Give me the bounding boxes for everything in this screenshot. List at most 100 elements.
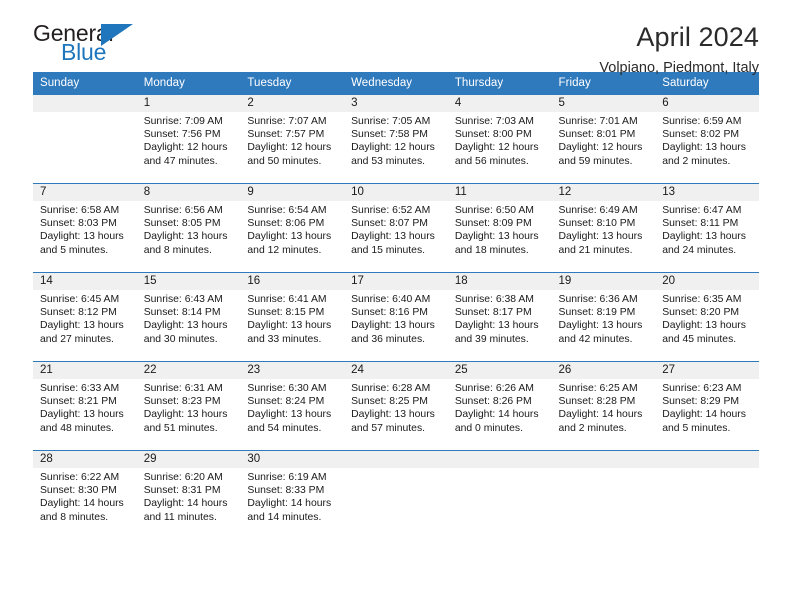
calendar-body: 1 Sunrise: 7:09 AM Sunset: 7:56 PM Daylight… xyxy=(33,94,759,535)
calendar-day-cell[interactable]: 28 Sunrise: 6:22 AM Sunset: 8:30 PM Dayligh… xyxy=(33,450,137,535)
calendar-day-cell[interactable]: 17 Sunrise: 6:40 AM Sunset: 8:16 PM Dayligh… xyxy=(344,272,448,362)
calendar-day-cell[interactable]: 16 Sunrise: 6:41 AM Sunset: 8:15 PM Dayligh… xyxy=(240,272,345,362)
weekday-header-thursday: Thursday xyxy=(447,72,552,95)
sunset-text: Sunset: 8:24 PM xyxy=(247,396,325,408)
day-details: Sunrise: 6:41 AM Sunset: 8:15 PM Daylight:… xyxy=(240,290,344,346)
daylight-text: Daylight: 13 hours and 36 minutes. xyxy=(351,320,435,345)
sunrise-text: Sunrise: 6:28 AM xyxy=(351,383,431,394)
calendar-day-cell[interactable]: 8 Sunrise: 6:56 AM Sunset: 8:05 PM Daylight… xyxy=(136,183,241,273)
sunset-text: Sunset: 8:25 PM xyxy=(351,396,428,408)
calendar-day-cell[interactable]: 4 Sunrise: 7:03 AM Sunset: 8:00 PM Daylight… xyxy=(447,94,552,184)
day-details: Sunrise: 6:20 AM Sunset: 8:31 PM Daylight:… xyxy=(137,468,241,524)
day-details: Sunrise: 6:30 AM Sunset: 8:24 PM Daylight:… xyxy=(240,379,344,435)
day-details: Sunrise: 7:09 AM Sunset: 7:56 PM Daylight:… xyxy=(137,112,241,168)
calendar-day-cell[interactable]: 18 Sunrise: 6:38 AM Sunset: 8:17 PM Dayligh… xyxy=(447,272,552,362)
calendar-day-cell[interactable]: 13 Sunrise: 6:47 AM Sunset: 8:11 PM Dayligh… xyxy=(655,183,759,273)
sunrise-text: Sunrise: 6:25 AM xyxy=(558,383,638,394)
calendar-day-cell[interactable]: 2 Sunrise: 7:07 AM Sunset: 7:57 PM Daylight… xyxy=(240,94,345,184)
calendar-day-cell[interactable]: 20 Sunrise: 6:35 AM Sunset: 8:20 PM Dayligh… xyxy=(655,272,759,362)
daylight-text: Daylight: 13 hours and 54 minutes. xyxy=(247,409,332,434)
day-number: 11 xyxy=(447,184,552,201)
calendar-day-cell[interactable]: 29 Sunrise: 6:20 AM Sunset: 8:31 PM Dayligh… xyxy=(136,450,241,535)
calendar-day-cell-empty xyxy=(344,450,448,535)
calendar-day-cell[interactable]: 19 Sunrise: 6:36 AM Sunset: 8:19 PM Dayligh… xyxy=(551,272,656,362)
sunset-text: Sunset: 7:57 PM xyxy=(247,129,325,141)
calendar-week-row: 21 Sunrise: 6:33 AM Sunset: 8:21 PM Dayligh… xyxy=(33,361,759,451)
daylight-text: Daylight: 13 hours and 12 minutes. xyxy=(247,231,332,256)
daylight-text: Daylight: 14 hours and 0 minutes. xyxy=(454,409,539,434)
calendar-day-cell[interactable]: 21 Sunrise: 6:33 AM Sunset: 8:21 PM Dayligh… xyxy=(33,361,137,451)
sunset-text: Sunset: 8:19 PM xyxy=(558,307,636,319)
daylight-text: Daylight: 14 hours and 8 minutes. xyxy=(40,498,124,523)
daylight-text: Daylight: 12 hours and 53 minutes. xyxy=(351,142,435,167)
calendar-week-row: 14 Sunrise: 6:45 AM Sunset: 8:12 PM Dayligh… xyxy=(33,272,759,362)
weekday-header-wednesday: Wednesday xyxy=(344,72,448,95)
daylight-text: Daylight: 14 hours and 2 minutes. xyxy=(558,409,643,434)
daylight-text: Daylight: 13 hours and 39 minutes. xyxy=(454,320,539,345)
sunrise-text: Sunrise: 6:43 AM xyxy=(143,294,223,305)
sunset-text: Sunset: 8:30 PM xyxy=(40,485,117,497)
general-blue-logo[interactable]: General Blue xyxy=(33,22,163,72)
calendar-day-cell[interactable]: 14 Sunrise: 6:45 AM Sunset: 8:12 PM Dayligh… xyxy=(33,272,137,362)
sunrise-text: Sunrise: 7:07 AM xyxy=(247,116,327,127)
calendar-day-cell[interactable]: 5 Sunrise: 7:01 AM Sunset: 8:01 PM Daylight… xyxy=(551,94,656,184)
title-block: April 2024 Volpiano, Piedmont, Italy xyxy=(599,22,759,78)
day-number: 8 xyxy=(136,184,241,201)
sunrise-text: Sunrise: 6:50 AM xyxy=(454,205,534,216)
sunrise-text: Sunrise: 6:38 AM xyxy=(454,294,534,305)
calendar-day-cell[interactable]: 26 Sunrise: 6:25 AM Sunset: 8:28 PM Dayligh… xyxy=(551,361,656,451)
day-details: Sunrise: 6:45 AM Sunset: 8:12 PM Daylight:… xyxy=(33,290,137,346)
daylight-text: Daylight: 13 hours and 27 minutes. xyxy=(40,320,124,345)
page-title: April 2024 xyxy=(636,22,759,52)
calendar-day-cell[interactable]: 24 Sunrise: 6:28 AM Sunset: 8:25 PM Dayligh… xyxy=(344,361,448,451)
sunrise-text: Sunrise: 6:49 AM xyxy=(558,205,638,216)
calendar-day-cell[interactable]: 22 Sunrise: 6:31 AM Sunset: 8:23 PM Dayligh… xyxy=(136,361,241,451)
day-details: Sunrise: 6:33 AM Sunset: 8:21 PM Daylight:… xyxy=(33,379,137,435)
calendar-day-cell-empty xyxy=(551,450,656,535)
sunrise-text: Sunrise: 7:01 AM xyxy=(558,116,638,127)
day-number: 27 xyxy=(655,362,759,379)
weekday-header-monday: Monday xyxy=(136,72,241,95)
calendar-day-cell[interactable]: 1 Sunrise: 7:09 AM Sunset: 7:56 PM Daylight… xyxy=(136,94,241,184)
day-details: Sunrise: 6:50 AM Sunset: 8:09 PM Daylight:… xyxy=(448,201,552,257)
day-details: Sunrise: 6:38 AM Sunset: 8:17 PM Daylight:… xyxy=(448,290,552,346)
calendar-day-cell[interactable]: 27 Sunrise: 6:23 AM Sunset: 8:29 PM Dayligh… xyxy=(655,361,759,451)
day-details: Sunrise: 7:03 AM Sunset: 8:00 PM Daylight:… xyxy=(448,112,552,168)
sunset-text: Sunset: 8:10 PM xyxy=(558,218,636,230)
calendar-day-cell[interactable]: 23 Sunrise: 6:30 AM Sunset: 8:24 PM Dayligh… xyxy=(240,361,345,451)
calendar-day-cell-empty xyxy=(447,450,552,535)
calendar-day-cell[interactable]: 7 Sunrise: 6:58 AM Sunset: 8:03 PM Daylight… xyxy=(33,183,137,273)
calendar-day-cell[interactable]: 6 Sunrise: 6:59 AM Sunset: 8:02 PM Daylight… xyxy=(655,94,759,184)
weekday-header-tuesday: Tuesday xyxy=(240,72,345,95)
day-details: Sunrise: 7:01 AM Sunset: 8:01 PM Daylight:… xyxy=(552,112,656,168)
day-details: Sunrise: 6:25 AM Sunset: 8:28 PM Daylight:… xyxy=(552,379,656,435)
day-number: 18 xyxy=(447,273,552,290)
sunset-text: Sunset: 8:09 PM xyxy=(454,218,532,230)
daylight-text: Daylight: 13 hours and 5 minutes. xyxy=(40,231,124,256)
day-details: Sunrise: 6:56 AM Sunset: 8:05 PM Daylight:… xyxy=(137,201,241,257)
calendar-day-cell[interactable]: 30 Sunrise: 6:19 AM Sunset: 8:33 PM Dayligh… xyxy=(240,450,345,535)
calendar-day-cell[interactable]: 3 Sunrise: 7:05 AM Sunset: 7:58 PM Daylight… xyxy=(344,94,448,184)
calendar-day-cell[interactable]: 25 Sunrise: 6:26 AM Sunset: 8:26 PM Dayligh… xyxy=(447,361,552,451)
day-details: Sunrise: 6:19 AM Sunset: 8:33 PM Daylight:… xyxy=(240,468,344,524)
day-number xyxy=(33,95,137,112)
daylight-text: Daylight: 13 hours and 45 minutes. xyxy=(662,320,746,345)
calendar-day-cell[interactable]: 12 Sunrise: 6:49 AM Sunset: 8:10 PM Dayligh… xyxy=(551,183,656,273)
day-number: 23 xyxy=(240,362,345,379)
daylight-text: Daylight: 13 hours and 24 minutes. xyxy=(662,231,746,256)
sunrise-text: Sunrise: 6:19 AM xyxy=(247,472,327,483)
day-number: 21 xyxy=(33,362,137,379)
calendar-day-cell[interactable]: 10 Sunrise: 6:52 AM Sunset: 8:07 PM Dayligh… xyxy=(344,183,448,273)
daylight-text: Daylight: 13 hours and 8 minutes. xyxy=(143,231,228,256)
day-number: 16 xyxy=(240,273,345,290)
day-number: 14 xyxy=(33,273,137,290)
day-number xyxy=(551,451,656,468)
sunset-text: Sunset: 8:14 PM xyxy=(143,307,221,319)
calendar-day-cell[interactable]: 9 Sunrise: 6:54 AM Sunset: 8:06 PM Daylight… xyxy=(240,183,345,273)
day-number: 26 xyxy=(551,362,656,379)
day-number xyxy=(655,451,759,468)
calendar-day-cell[interactable]: 11 Sunrise: 6:50 AM Sunset: 8:09 PM Dayligh… xyxy=(447,183,552,273)
day-details: Sunrise: 6:23 AM Sunset: 8:29 PM Daylight:… xyxy=(655,379,759,435)
calendar-day-cell[interactable]: 15 Sunrise: 6:43 AM Sunset: 8:14 PM Dayligh… xyxy=(136,272,241,362)
daylight-text: Daylight: 13 hours and 33 minutes. xyxy=(247,320,332,345)
